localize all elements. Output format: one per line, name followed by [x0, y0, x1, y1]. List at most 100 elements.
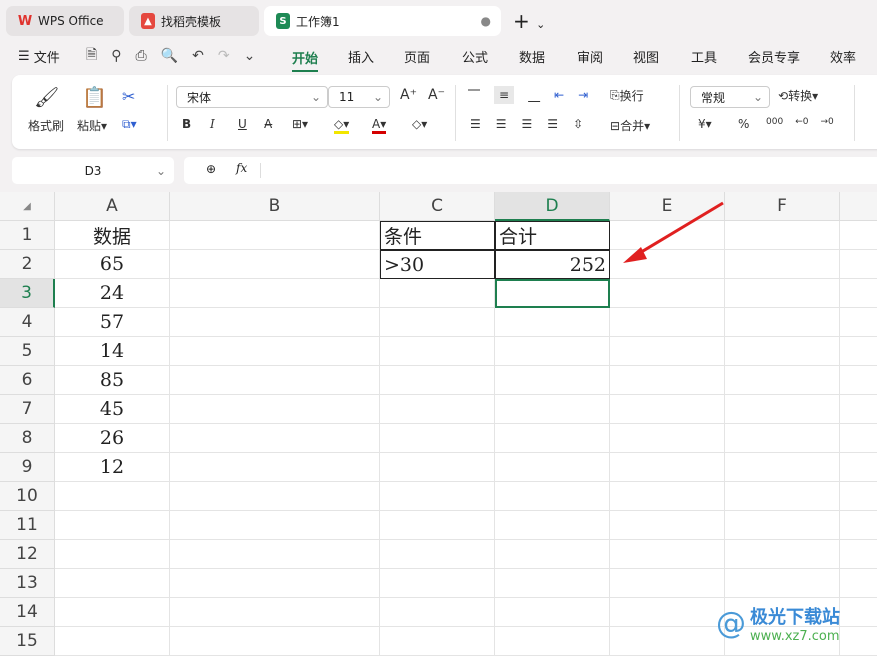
menu-tab-7[interactable]: 工具: [691, 44, 717, 68]
cell[interactable]: [840, 250, 877, 279]
cell[interactable]: [840, 540, 877, 569]
borders-icon[interactable]: ⊞▾: [292, 117, 308, 131]
row-header-5[interactable]: 5: [0, 337, 55, 366]
cell[interactable]: [840, 627, 877, 656]
cell[interactable]: [610, 366, 725, 395]
cell[interactable]: [55, 598, 170, 627]
percent-button[interactable]: %: [738, 117, 749, 131]
row-header-9[interactable]: 9: [0, 453, 55, 482]
italic-button[interactable]: I: [210, 117, 215, 131]
cell-A7[interactable]: 45: [55, 395, 170, 424]
bold-button[interactable]: B: [182, 117, 191, 131]
cell[interactable]: [170, 279, 380, 308]
cell[interactable]: [170, 482, 380, 511]
cell[interactable]: [840, 221, 877, 250]
clear-format-icon[interactable]: ◇▾: [412, 117, 427, 131]
font-color-icon[interactable]: A▾: [372, 117, 387, 134]
number-format-select[interactable]: 常规 ⌄: [690, 86, 770, 108]
distribute-icon[interactable]: ⇳: [573, 117, 583, 131]
cell[interactable]: [725, 221, 840, 250]
row-header-12[interactable]: 12: [0, 540, 55, 569]
cell[interactable]: [380, 366, 495, 395]
cell[interactable]: [495, 540, 610, 569]
cell[interactable]: [725, 308, 840, 337]
format-painter-button[interactable]: 格式刷: [28, 117, 64, 134]
file-menu[interactable]: ☰ 文件: [18, 44, 60, 68]
tab-workbook1[interactable]: S 工作簿1 ●: [264, 6, 501, 36]
row-header-4[interactable]: 4: [0, 308, 55, 337]
fill-color-icon[interactable]: ◇▾: [334, 117, 350, 134]
cell-A3[interactable]: 24: [55, 279, 170, 308]
column-header-B[interactable]: B: [170, 192, 380, 221]
spreadsheet-grid[interactable]: ◢ A B C D E F 1 2 3 4 5 6 7 8 9 10 11 12 13 14 15 数据 65 24 57 14 8…: [0, 192, 877, 659]
tab-wps-office[interactable]: W WPS Office: [6, 6, 124, 36]
cell[interactable]: [495, 627, 610, 656]
cell[interactable]: [170, 250, 380, 279]
outdent-icon[interactable]: ⇤: [554, 88, 564, 102]
cell-C2[interactable]: >30: [380, 250, 495, 279]
cell[interactable]: [725, 366, 840, 395]
cell[interactable]: [380, 598, 495, 627]
thousands-icon[interactable]: 000: [766, 117, 783, 127]
cell-D1[interactable]: 合计: [495, 221, 610, 250]
row-header-15[interactable]: 15: [0, 627, 55, 656]
cell[interactable]: [840, 424, 877, 453]
cell[interactable]: [725, 424, 840, 453]
increase-decimal-icon[interactable]: ←0: [795, 117, 808, 127]
cell[interactable]: [840, 453, 877, 482]
cell[interactable]: [725, 337, 840, 366]
cell[interactable]: [610, 598, 725, 627]
menu-tab-8[interactable]: 会员专享: [748, 44, 800, 68]
cell[interactable]: [725, 569, 840, 598]
wrap-text-button[interactable]: ⎘ 换行: [610, 87, 644, 104]
justify-icon[interactable]: ☰: [547, 117, 558, 131]
convert-button[interactable]: ⟲ 转换 ▾: [778, 87, 818, 104]
cell[interactable]: [725, 453, 840, 482]
cell[interactable]: [170, 424, 380, 453]
menu-tab-2[interactable]: 页面: [404, 44, 430, 68]
select-all-button[interactable]: ◢: [0, 192, 55, 221]
zoom-icon[interactable]: ⊕: [206, 162, 216, 176]
paste-icon[interactable]: 📋: [82, 85, 107, 109]
cell[interactable]: [170, 453, 380, 482]
align-middle-icon[interactable]: ≡: [494, 86, 515, 104]
align-left-icon[interactable]: ☰: [470, 117, 481, 131]
cell[interactable]: [55, 627, 170, 656]
increase-font-icon[interactable]: A⁺: [400, 87, 417, 103]
cell-D2[interactable]: 252: [495, 250, 610, 279]
row-header-2[interactable]: 2: [0, 250, 55, 279]
cell[interactable]: [495, 598, 610, 627]
share-icon[interactable]: ⚲: [111, 48, 121, 64]
cell[interactable]: [380, 337, 495, 366]
paste-button[interactable]: 粘贴 ▾: [77, 117, 107, 134]
cell-A6[interactable]: 85: [55, 366, 170, 395]
cell[interactable]: [380, 424, 495, 453]
cell[interactable]: [610, 482, 725, 511]
cell[interactable]: [840, 308, 877, 337]
cell[interactable]: [170, 337, 380, 366]
cell[interactable]: [380, 569, 495, 598]
cell[interactable]: [610, 279, 725, 308]
cell[interactable]: [840, 598, 877, 627]
cell[interactable]: [495, 366, 610, 395]
menu-tab-5[interactable]: 审阅: [577, 44, 603, 68]
row-header-14[interactable]: 14: [0, 598, 55, 627]
menu-tab-6[interactable]: 视图: [633, 44, 659, 68]
column-header-C[interactable]: C: [380, 192, 495, 221]
align-center-icon[interactable]: ☰: [496, 117, 507, 131]
font-size-select[interactable]: 11 ⌄: [328, 86, 390, 108]
row-header-8[interactable]: 8: [0, 424, 55, 453]
cell[interactable]: [495, 424, 610, 453]
cell-A4[interactable]: 57: [55, 308, 170, 337]
cell[interactable]: [495, 308, 610, 337]
cell-A5[interactable]: 14: [55, 337, 170, 366]
cell[interactable]: [380, 453, 495, 482]
name-box[interactable]: D3 ⌄: [12, 157, 174, 184]
cell[interactable]: [55, 569, 170, 598]
cell[interactable]: [495, 395, 610, 424]
cell[interactable]: [725, 540, 840, 569]
row-header-7[interactable]: 7: [0, 395, 55, 424]
cell[interactable]: [725, 250, 840, 279]
save-icon[interactable]: 🗎: [86, 44, 97, 68]
underline-button[interactable]: U: [238, 117, 247, 131]
